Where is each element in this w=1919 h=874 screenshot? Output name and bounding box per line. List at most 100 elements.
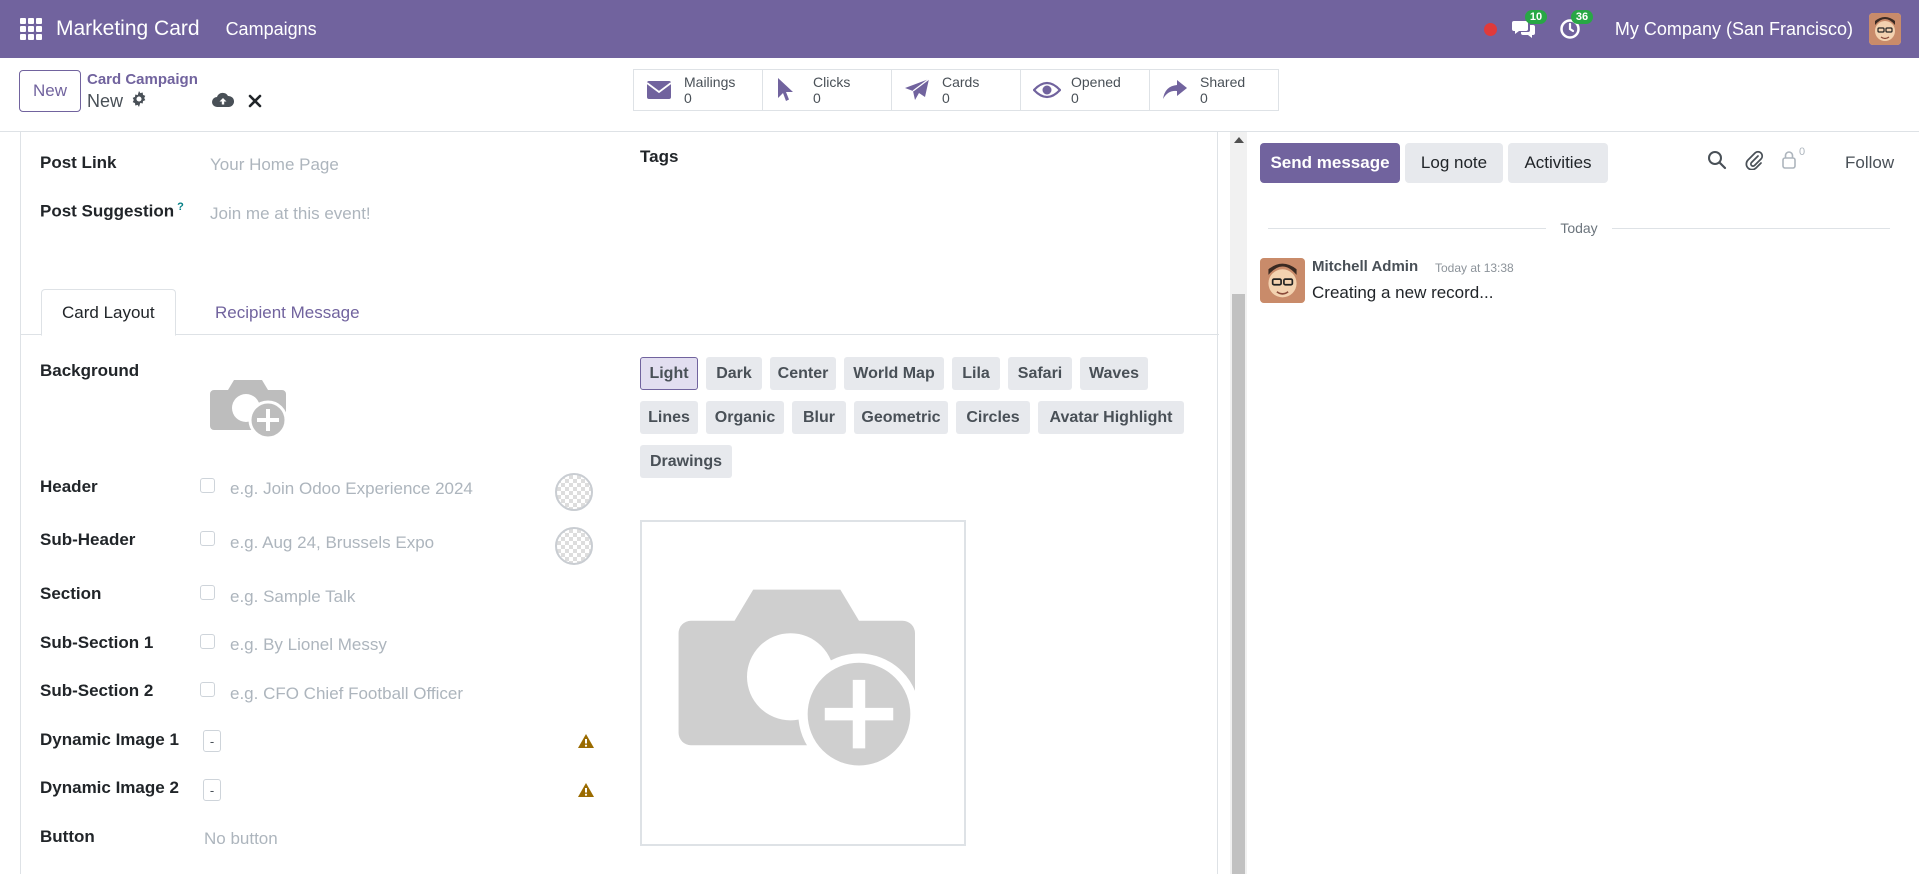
warning-icon [577, 782, 595, 803]
help-tooltip-icon[interactable]: ? [177, 201, 184, 213]
lock-user-icon [1782, 151, 1796, 169]
stat-cards[interactable]: Cards 0 [891, 69, 1021, 111]
discard-close-icon[interactable] [248, 94, 262, 113]
save-cloud-icon[interactable] [212, 92, 235, 113]
navbar-systray: 10 36 My Company (San Francisco) [1483, 0, 1919, 58]
activities-badge: 36 [1570, 10, 1594, 24]
layout-option-lines[interactable]: Lines [640, 401, 698, 434]
warning-icon [577, 733, 595, 754]
section-label: Section [40, 584, 102, 603]
breadcrumb[interactable]: Card Campaign [87, 71, 198, 88]
layout-option-lila[interactable]: Lila [952, 357, 1000, 390]
header-checkbox[interactable] [200, 478, 215, 493]
stat-label: Shared [1200, 74, 1246, 90]
share-icon [1162, 79, 1192, 101]
layout-option-avatar-highlight[interactable]: Avatar Highlight [1038, 401, 1184, 434]
stat-value: 0 [942, 90, 950, 106]
layout-option-waves[interactable]: Waves [1080, 357, 1148, 390]
stat-shared[interactable]: Shared 0 [1149, 69, 1279, 111]
layout-option-world-map[interactable]: World Map [844, 357, 944, 390]
activities-menu[interactable]: 36 [1555, 10, 1594, 44]
follow-button[interactable]: Follow [1845, 153, 1894, 173]
form-scrollbar[interactable] [1230, 132, 1247, 874]
send-message-button[interactable]: Send message [1260, 143, 1400, 183]
dynamic-image-2-field[interactable]: - [203, 779, 221, 801]
section-checkbox[interactable] [200, 585, 215, 600]
stat-value: 0 [684, 90, 692, 106]
subheader-input[interactable]: e.g. Aug 24, Brussels Expo [230, 533, 434, 553]
stat-label: Clicks [813, 74, 851, 90]
button-field[interactable]: No button [204, 829, 278, 849]
layout-option-drawings[interactable]: Drawings [640, 445, 732, 478]
tab-card-layout[interactable]: Card Layout [41, 289, 176, 336]
stat-opened[interactable]: Opened 0 [1020, 69, 1150, 111]
activities-button[interactable]: Activities [1508, 143, 1608, 183]
button-label: Button [40, 827, 95, 846]
message-time: Today at 13:38 [1435, 261, 1514, 275]
stat-label: Opened [1071, 74, 1121, 90]
layout-option-circles[interactable]: Circles [956, 401, 1030, 434]
app-name[interactable]: Marketing Card [56, 17, 200, 41]
stat-value: 0 [1071, 90, 1079, 106]
dynamic-image-2-label: Dynamic Image 2 [40, 778, 179, 797]
date-separator: Today [1268, 216, 1891, 240]
apps-grid-icon[interactable] [20, 18, 42, 40]
layout-option-light[interactable]: Light [640, 357, 698, 390]
layout-option-center[interactable]: Center [770, 357, 836, 390]
layout-option-dark[interactable]: Dark [706, 357, 762, 390]
tab-recipient-message[interactable]: Recipient Message [195, 289, 380, 336]
dynamic-image-1-field[interactable]: - [203, 730, 221, 752]
dynamic-image-1-label: Dynamic Image 1 [40, 730, 179, 749]
paper-plane-icon [904, 78, 934, 102]
card-preview[interactable] [640, 520, 966, 846]
scroll-up-arrow-icon[interactable] [1234, 137, 1244, 143]
header-input[interactable]: e.g. Join Odoo Experience 2024 [230, 479, 473, 499]
message-author[interactable]: Mitchell Admin [1312, 258, 1418, 275]
followers-button[interactable]: 0 [1781, 146, 1805, 170]
post-link-input[interactable]: Your Home Page [210, 155, 339, 175]
author-avatar-icon [1260, 258, 1305, 303]
menu-campaigns[interactable]: Campaigns [226, 19, 317, 40]
gear-icon[interactable] [131, 91, 147, 112]
subheader-label: Sub-Header [40, 530, 136, 549]
eye-icon [1033, 81, 1063, 99]
subheader-color-picker[interactable] [555, 527, 593, 565]
stat-clicks[interactable]: Clicks 0 [762, 69, 892, 111]
messages-menu[interactable]: 10 [1509, 10, 1548, 44]
paperclip-icon[interactable] [1744, 150, 1764, 175]
date-separator-label: Today [1560, 220, 1598, 236]
stat-mailings[interactable]: Mailings 0 [633, 69, 763, 111]
recording-dot-icon[interactable] [1483, 22, 1497, 36]
envelope-icon [646, 80, 676, 100]
layout-option-safari[interactable]: Safari [1008, 357, 1072, 390]
pointer-icon [775, 77, 805, 103]
subsection1-input[interactable]: e.g. By Lionel Messy [230, 635, 387, 655]
subheader-checkbox[interactable] [200, 531, 215, 546]
header-color-picker[interactable] [555, 473, 593, 511]
log-note-button[interactable]: Log note [1405, 143, 1503, 183]
scroll-thumb[interactable] [1232, 294, 1245, 874]
search-icon[interactable] [1707, 150, 1727, 175]
stat-buttons: Mailings 0 Clicks 0 Cards 0 Opened 0 Shared 0 [633, 69, 1279, 111]
form-sheet: Post Link Your Home Page Post Suggestion… [20, 132, 1219, 874]
post-suggestion-input[interactable]: Join me at this event! [210, 204, 371, 224]
background-upload-camera-icon[interactable] [210, 374, 290, 445]
tags-label: Tags [640, 147, 679, 166]
stat-label: Cards [942, 74, 980, 90]
subsection2-input[interactable]: e.g. CFO Chief Football Officer [230, 684, 463, 704]
header-label: Header [40, 477, 98, 496]
user-avatar[interactable] [1869, 13, 1901, 45]
message-author-avatar[interactable] [1260, 258, 1305, 303]
company-switcher[interactable]: My Company (San Francisco) [1615, 19, 1853, 40]
layout-option-organic[interactable]: Organic [706, 401, 784, 434]
stat-label: Mailings [684, 74, 736, 90]
card-preview-camera-icon [678, 589, 920, 775]
section-input[interactable]: e.g. Sample Talk [230, 587, 355, 607]
layout-option-geometric[interactable]: Geometric [854, 401, 948, 434]
subsection1-checkbox[interactable] [200, 634, 215, 649]
layout-option-blur[interactable]: Blur [792, 401, 846, 434]
new-button[interactable]: New [19, 70, 81, 112]
followers-count: 0 [1799, 146, 1806, 158]
subsection2-checkbox[interactable] [200, 682, 215, 697]
post-suggestion-label-text: Post Suggestion [40, 201, 175, 221]
